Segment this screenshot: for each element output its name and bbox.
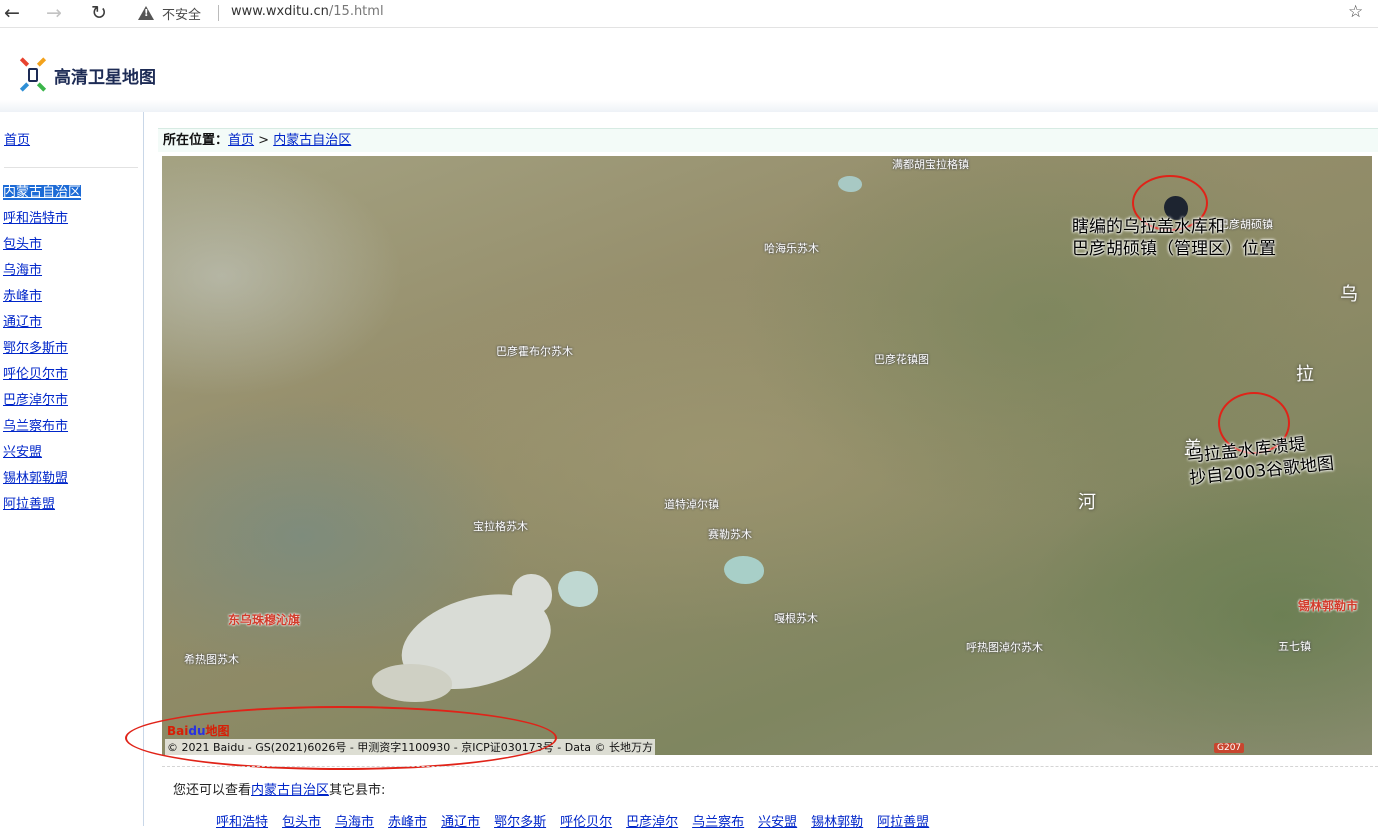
city-link[interactable]: 赤峰市 <box>388 815 427 830</box>
lake-shape <box>724 556 764 584</box>
sidebar-item-hulunbeier: 呼伦贝尔市 <box>3 366 81 392</box>
other-cities-region-link[interactable]: 内蒙古自治区 <box>251 783 329 798</box>
warning-icon <box>138 6 154 20</box>
city-link[interactable]: 锡林郭勒 <box>811 815 863 830</box>
city-link[interactable]: 呼和浩特 <box>216 815 268 830</box>
forward-arrow-icon[interactable]: → <box>42 2 66 24</box>
url-host: www.wxditu.cn <box>231 4 329 19</box>
map-place-label: 赛勒苏木 <box>708 528 752 541</box>
map-place-label: 东乌珠穆沁旗 <box>228 613 301 627</box>
lake-shape <box>838 176 862 192</box>
other-cities-section: 您还可以查看内蒙古自治区其它县市: 呼和浩特 包头市 乌海市 赤峰市 通辽市 鄂尔多斯 呼伦… <box>162 766 1378 830</box>
annotation-text: 瞎编的乌拉盖水库和 巴彦胡硕镇（管理区）位置 <box>1072 216 1276 260</box>
add-favorite-icon[interactable]: ☆ <box>1348 2 1363 22</box>
annotation-oval <box>125 706 557 770</box>
other-cities-prefix: 您还可以查看 <box>173 783 252 798</box>
sidebar-item-huhehaote: 呼和浩特市 <box>3 210 81 236</box>
lake-shape <box>372 664 452 702</box>
city-link[interactable]: 巴彦淖尔 <box>626 815 678 830</box>
sidebar-item-baotou: 包头市 <box>3 236 81 262</box>
map-place-label: 道特淖尔镇 <box>664 498 719 511</box>
annotation-text: 乌拉盖水库溃堤 抄自2003谷歌地图 <box>1186 431 1335 490</box>
address-separator <box>218 5 219 21</box>
city-link[interactable]: 兴安盟 <box>758 815 797 830</box>
logo-text: 高清卫星地图 <box>54 67 156 88</box>
map-place-label: 巴彦花镇图 <box>874 353 929 366</box>
river-label-char: 拉 <box>1296 364 1314 385</box>
sidebar-item-label[interactable]: 通辽市 <box>3 315 42 330</box>
sidebar-item-xinganmeng: 兴安盟 <box>3 444 81 470</box>
address-bar[interactable]: www.wxditu.cn/15.html <box>231 4 384 19</box>
breadcrumb: 所在位置：首页 > 内蒙古自治区 <box>158 128 1378 152</box>
security-indicator[interactable]: 不安全 <box>138 3 201 23</box>
sidebar-item-label[interactable]: 呼和浩特市 <box>3 211 68 226</box>
sidebar-item-label[interactable]: 巴彦淖尔市 <box>3 393 68 408</box>
browser-toolbar: ← → ↻ 不安全 www.wxditu.cn/15.html ☆ <box>0 0 1378 28</box>
map-place-label: 锡林郭勒市 <box>1298 599 1359 613</box>
lake-shape <box>558 571 598 607</box>
map-place-label: 嘎根苏木 <box>774 612 818 625</box>
map-place-label: 五七镇 <box>1278 640 1311 653</box>
url-path: /15.html <box>328 4 384 19</box>
sidebar-item-label[interactable]: 阿拉善盟 <box>3 497 55 512</box>
sidebar-item-label[interactable]: 鄂尔多斯市 <box>3 341 68 356</box>
other-cities-suffix: 其它县市: <box>329 783 386 798</box>
river-label-char: 乌 <box>1340 284 1358 305</box>
breadcrumb-current-link[interactable]: 内蒙古自治区 <box>273 133 351 148</box>
other-cities-list: 呼和浩特 包头市 乌海市 赤峰市 通辽市 鄂尔多斯 呼伦贝尔 巴彦淖尔 乌兰察布 兴安盟 锡林郭勒阿… <box>216 811 943 830</box>
sidebar-item-xilinguole: 锡林郭勒盟 <box>3 470 81 496</box>
sidebar-item-label[interactable]: 乌海市 <box>3 263 42 278</box>
sidebar-divider <box>4 167 138 168</box>
sidebar-item-label[interactable]: 锡林郭勒盟 <box>3 471 68 486</box>
sidebar-item-label[interactable]: 内蒙古自治区 <box>3 185 82 200</box>
sidebar-item-nei-menggu: 内蒙古自治区 <box>3 184 82 210</box>
back-arrow-icon[interactable]: ← <box>0 2 24 24</box>
map-place-label: 宝拉格苏木 <box>473 520 528 533</box>
city-link[interactable]: 通辽市 <box>441 815 480 830</box>
lake-shape <box>512 574 552 614</box>
breadcrumb-prefix: 所在位置： <box>163 133 229 148</box>
sidebar-item-label[interactable]: 乌兰察布市 <box>3 419 68 434</box>
site-logo[interactable]: 高清卫星地图 <box>16 57 156 92</box>
other-cities-heading: 您还可以查看内蒙古自治区其它县市: <box>173 779 385 798</box>
sidebar-item-label[interactable]: 呼伦贝尔市 <box>3 367 68 382</box>
logo-icon <box>16 57 50 92</box>
city-link[interactable]: 乌兰察布 <box>692 815 744 830</box>
content-border <box>143 112 144 826</box>
map-place-label: 哈海乐苏木 <box>764 242 819 255</box>
sidebar-item-chifeng: 赤峰市 <box>3 288 81 314</box>
sidebar: 首页 内蒙古自治区 呼和浩特市 包头市 乌海市 赤峰市 通辽市 鄂尔多斯市 呼伦… <box>0 112 143 826</box>
map-place-label: 呼热图淖尔苏木 <box>966 641 1043 654</box>
city-link[interactable]: 鄂尔多斯 <box>494 815 546 830</box>
city-link[interactable]: 呼伦贝尔 <box>560 815 612 830</box>
sidebar-item-wuhai: 乌海市 <box>3 262 81 288</box>
sidebar-home-link[interactable]: 首页 <box>4 129 30 148</box>
satellite-map[interactable]: 满都胡宝拉格镇 巴彦胡硕镇 哈海乐苏木 巴彦霍布尔苏木 巴彦花镇图 道特淖尔镇 … <box>162 156 1372 755</box>
header-band <box>0 100 1378 112</box>
map-place-label: 满都胡宝拉格镇 <box>892 158 969 171</box>
city-link[interactable]: 乌海市 <box>335 815 374 830</box>
road-badge: G207 <box>1214 743 1245 753</box>
city-link[interactable]: 包头市 <box>282 815 321 830</box>
reload-icon[interactable]: ↻ <box>87 2 111 24</box>
map-place-label: 希热图苏木 <box>184 653 239 666</box>
sidebar-item-label[interactable]: 包头市 <box>3 237 42 252</box>
annotation-line: 瞎编的乌拉盖水库和 <box>1072 217 1225 237</box>
sidebar-item-label[interactable]: 赤峰市 <box>3 289 42 304</box>
river-label-char: 河 <box>1078 492 1096 513</box>
security-text: 不安全 <box>162 7 202 23</box>
breadcrumb-separator: > <box>258 133 270 148</box>
sidebar-item-alashan: 阿拉善盟 <box>3 496 81 522</box>
breadcrumb-home-link[interactable]: 首页 <box>228 133 254 148</box>
annotation-line: 巴彦胡硕镇（管理区）位置 <box>1072 239 1276 259</box>
sidebar-item-tongliao: 通辽市 <box>3 314 81 340</box>
sidebar-item-eerduosi: 鄂尔多斯市 <box>3 340 81 366</box>
city-link[interactable]: 阿拉善盟 <box>877 815 929 830</box>
sidebar-item-label[interactable]: 兴安盟 <box>3 445 42 460</box>
sidebar-item-bayannaoer: 巴彦淖尔市 <box>3 392 81 418</box>
sidebar-item-wulanchabu: 乌兰察布市 <box>3 418 81 444</box>
sidebar-region-list: 内蒙古自治区 呼和浩特市 包头市 乌海市 赤峰市 通辽市 鄂尔多斯市 呼伦贝尔市… <box>3 184 82 522</box>
map-place-label: 巴彦霍布尔苏木 <box>496 345 573 358</box>
